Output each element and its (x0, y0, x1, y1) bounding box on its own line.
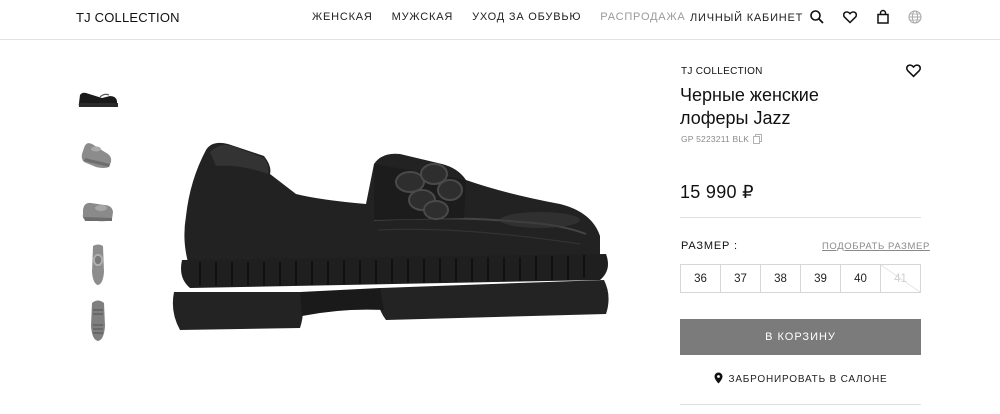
size-option[interactable]: 39 (801, 265, 841, 292)
site-header: TJ COLLECTION ЖЕНСКАЯ МУЖСКАЯ УХОД ЗА ОБ… (0, 0, 1000, 40)
nav-shoe-care[interactable]: УХОД ЗА ОБУВЬЮ (472, 11, 581, 23)
size-label: РАЗМЕР : (681, 240, 738, 252)
product-title: Черные женские лоферы Jazz (680, 85, 819, 128)
site-logo[interactable]: TJ COLLECTION (76, 10, 180, 25)
size-guide-link[interactable]: ПОДОБРАТЬ РАЗМЕР (822, 241, 930, 252)
search-icon[interactable] (809, 9, 825, 25)
size-option[interactable]: 36 (681, 265, 721, 292)
map-pin-icon (714, 372, 723, 387)
size-option[interactable]: 40 (841, 265, 881, 292)
copy-icon[interactable] (753, 134, 763, 144)
size-option[interactable]: 38 (761, 265, 801, 292)
globe-icon[interactable] (907, 9, 923, 25)
add-to-favorites-heart-icon[interactable] (905, 62, 922, 79)
product-brand[interactable]: TJ COLLECTION (681, 66, 763, 77)
account-link[interactable]: ЛИЧНЫЙ КАБИНЕТ (690, 12, 803, 24)
nav-men[interactable]: МУЖСКАЯ (392, 11, 453, 23)
main-product-image[interactable] (160, 120, 620, 350)
reserve-label: ЗАБРОНИРОВАТЬ В САЛОНЕ (728, 374, 888, 385)
bag-icon[interactable] (875, 9, 891, 25)
product-price: 15 990 ₽ (680, 182, 754, 202)
reserve-in-store-link[interactable]: ЗАБРОНИРОВАТЬ В САЛОНЕ (680, 372, 921, 387)
heart-icon[interactable] (842, 9, 858, 25)
size-option-unavailable: 41 (881, 265, 920, 292)
thumbnail-front-angle[interactable] (74, 188, 122, 232)
product-sku: GP 5223211 BLK (681, 134, 763, 144)
divider (680, 404, 921, 405)
size-selector: 36 37 38 39 40 41 (680, 264, 921, 293)
sku-text: GP 5223211 BLK (681, 134, 750, 144)
thumbnail-top[interactable] (74, 242, 122, 286)
nav-women[interactable]: ЖЕНСКАЯ (312, 11, 373, 23)
divider (680, 217, 921, 218)
thumbnail-three-quarter[interactable] (74, 132, 122, 176)
main-nav: ЖЕНСКАЯ МУЖСКАЯ УХОД ЗА ОБУВЬЮ РАСПРОДАЖ… (312, 11, 686, 23)
thumbnail-sole[interactable] (74, 298, 122, 342)
add-to-cart-button[interactable]: В КОРЗИНУ (680, 319, 921, 355)
thumbnail-side[interactable] (74, 76, 122, 120)
nav-sale[interactable]: РАСПРОДАЖА (600, 11, 685, 23)
size-option[interactable]: 37 (721, 265, 761, 292)
